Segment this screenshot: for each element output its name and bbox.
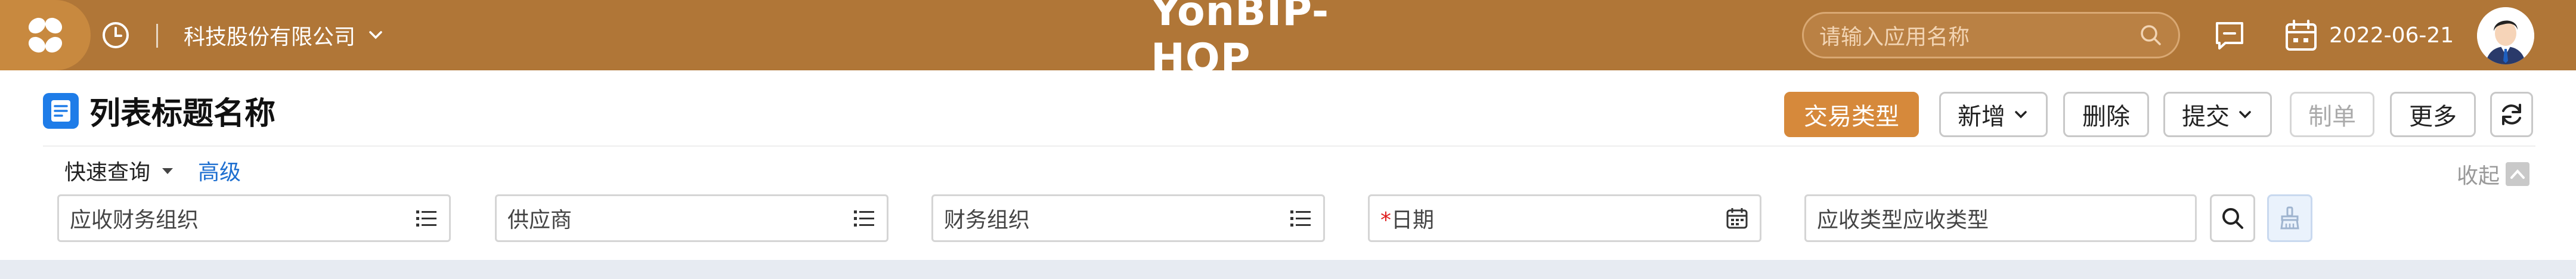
field-label: 日期 xyxy=(1391,208,1435,232)
finance-org-field[interactable]: 财务组织 xyxy=(931,194,1325,242)
chevron-down-icon xyxy=(2239,111,2251,119)
more-button[interactable]: 更多 xyxy=(2390,92,2476,137)
delete-button[interactable]: 删除 xyxy=(2063,92,2149,137)
user-avatar-icon xyxy=(2477,7,2534,64)
clear-brush-icon xyxy=(2280,206,2299,230)
current-date: 2022-06-21 xyxy=(2329,23,2454,48)
field-label: 应收财务组织 xyxy=(70,208,199,232)
transaction-type-button[interactable]: 交易类型 xyxy=(1784,92,1919,137)
magnifier-icon xyxy=(2222,208,2243,229)
org-name: 科技股份有限公司 xyxy=(184,25,356,49)
avatar[interactable] xyxy=(2477,7,2534,64)
submit-button[interactable]: 提交 xyxy=(2163,92,2272,137)
search-button[interactable] xyxy=(2210,194,2255,242)
list-icon[interactable] xyxy=(852,206,876,230)
make-bill-label: 制单 xyxy=(2308,103,2356,131)
quick-query-dropdown[interactable]: 快速查询 xyxy=(64,156,175,185)
page-bottom-area xyxy=(0,260,2576,279)
more-label: 更多 xyxy=(2409,103,2457,131)
receivable-type-field[interactable]: 应收类型应收类型 xyxy=(1804,194,2197,242)
field-label: 应收类型应收类型 xyxy=(1817,208,1989,232)
search-placeholder: 请输入应用名称 xyxy=(1819,25,1970,49)
supplier-field[interactable]: 供应商 xyxy=(495,194,888,242)
field-label: 财务组织 xyxy=(944,208,1030,232)
advanced-link[interactable]: 高级 xyxy=(198,156,241,185)
document-icon xyxy=(43,93,79,129)
make-bill-button[interactable]: 制单 xyxy=(2290,92,2374,137)
org-selector[interactable]: 科技股份有限公司 xyxy=(184,21,385,49)
page-title: 列表标题名称 xyxy=(89,95,276,132)
delete-label: 删除 xyxy=(2082,103,2130,131)
toolbar-divider xyxy=(43,145,2535,147)
calendar-field-icon[interactable] xyxy=(1725,206,1749,230)
refresh-icon xyxy=(2502,104,2521,125)
add-button[interactable]: 新增 xyxy=(1939,92,2048,137)
collapse-toggle[interactable]: 收起 xyxy=(2457,160,2530,188)
add-label: 新增 xyxy=(1958,103,2005,131)
collapse-label: 收起 xyxy=(2457,164,2500,188)
caret-down-icon xyxy=(162,168,174,174)
quick-query-label: 快速查询 xyxy=(64,160,151,185)
calendar-icon[interactable] xyxy=(2284,19,2318,52)
receivable-finance-org-field[interactable]: 应收财务组织 xyxy=(57,194,451,242)
app-logo-icon xyxy=(28,17,63,53)
chevron-down-icon xyxy=(369,31,382,39)
brand-name: YonBIP-HOP xyxy=(1151,0,1330,82)
search-icon[interactable] xyxy=(2139,23,2163,47)
submit-label: 提交 xyxy=(2182,103,2230,131)
refresh-button[interactable] xyxy=(2490,92,2533,137)
field-label: 供应商 xyxy=(507,208,572,232)
list-icon[interactable] xyxy=(414,206,438,230)
required-mark: * xyxy=(1380,208,1391,232)
list-icon[interactable] xyxy=(1289,206,1312,230)
date-field[interactable]: *日期 xyxy=(1368,194,1761,242)
date-field-text: *日期 xyxy=(1380,203,1725,234)
collapse-up-icon xyxy=(2506,162,2530,186)
message-icon[interactable] xyxy=(2213,20,2246,51)
history-clock-icon[interactable] xyxy=(100,20,131,51)
transaction-type-label: 交易类型 xyxy=(1804,103,1899,131)
clear-button[interactable] xyxy=(2267,194,2312,242)
chevron-down-icon xyxy=(2015,111,2027,119)
app-logo[interactable] xyxy=(0,0,91,70)
header-separator xyxy=(156,24,158,48)
app-search-input[interactable]: 请输入应用名称 xyxy=(1802,12,2180,58)
top-header: 科技股份有限公司 YonBIP-HOP 请输入应用名称 2022-06-21 xyxy=(0,0,2576,82)
